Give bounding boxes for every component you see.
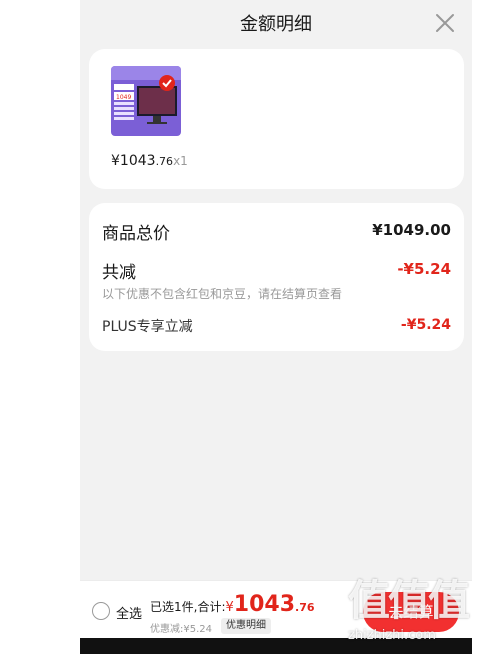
total-decimal: .76 [295,601,315,614]
total-reduce-row: 共减 -¥5.24 [102,258,451,283]
amount-detail-sheet: 金额明细 1049 ¥1043.76x1 商品总价 ¥1049.00 共减 -¥… [80,0,472,654]
product-thumbnail[interactable]: 1049 [111,66,181,136]
close-icon[interactable] [432,10,458,36]
product-quantity: x1 [173,154,188,168]
price-summary-card: 商品总价 ¥1049.00 共减 -¥5.24 以下优惠不包含红包和京豆，请在结… [89,203,464,351]
price-decimal: .76 [155,155,174,168]
right-background [472,0,500,654]
product-card: 1049 ¥1043.76x1 [89,49,464,189]
price-integer: 1043 [119,153,156,169]
bottom-system-bar [80,638,472,654]
product-price: ¥1043.76x1 [111,153,188,169]
select-all-radio[interactable] [92,602,110,620]
total-reduce-label: 共减 [102,263,136,283]
total-price-value: ¥1049.00 [372,221,451,239]
selected-count-text: 已选1件,合计: [150,600,226,614]
sheet-header: 金额明细 [80,0,472,46]
selected-summary: 已选1件,合计:¥1043.76 [150,592,315,617]
discount-amount: 优惠减:¥5.24 [150,624,212,635]
checkout-button[interactable]: 去结算 [363,592,459,632]
thumb-price: 1049 [116,94,131,101]
total-currency: ¥ [225,600,234,615]
sheet-title: 金额明细 [240,14,312,35]
discount-detail-button[interactable]: 优惠明细 [221,618,271,634]
total-integer: 1043 [233,592,296,617]
total-price-label: 商品总价 [102,224,170,244]
checkout-bar: 全选 已选1件,合计:¥1043.76 优惠减:¥5.24 优惠明细 去结算 [80,580,472,638]
select-all-label[interactable]: 全选 [116,603,142,622]
left-background [0,0,80,654]
plus-discount-row: PLUS专享立减 -¥5.24 [102,316,451,338]
plus-discount-value: -¥5.24 [400,317,451,333]
plus-discount-label: PLUS专享立减 [102,319,193,335]
price-currency: ¥ [111,153,120,169]
total-price-row: 商品总价 ¥1049.00 [102,219,451,244]
total-reduce-value: -¥5.24 [397,260,451,278]
discount-note: 以下优惠不包含红包和京豆，请在结算页查看 [102,287,343,301]
